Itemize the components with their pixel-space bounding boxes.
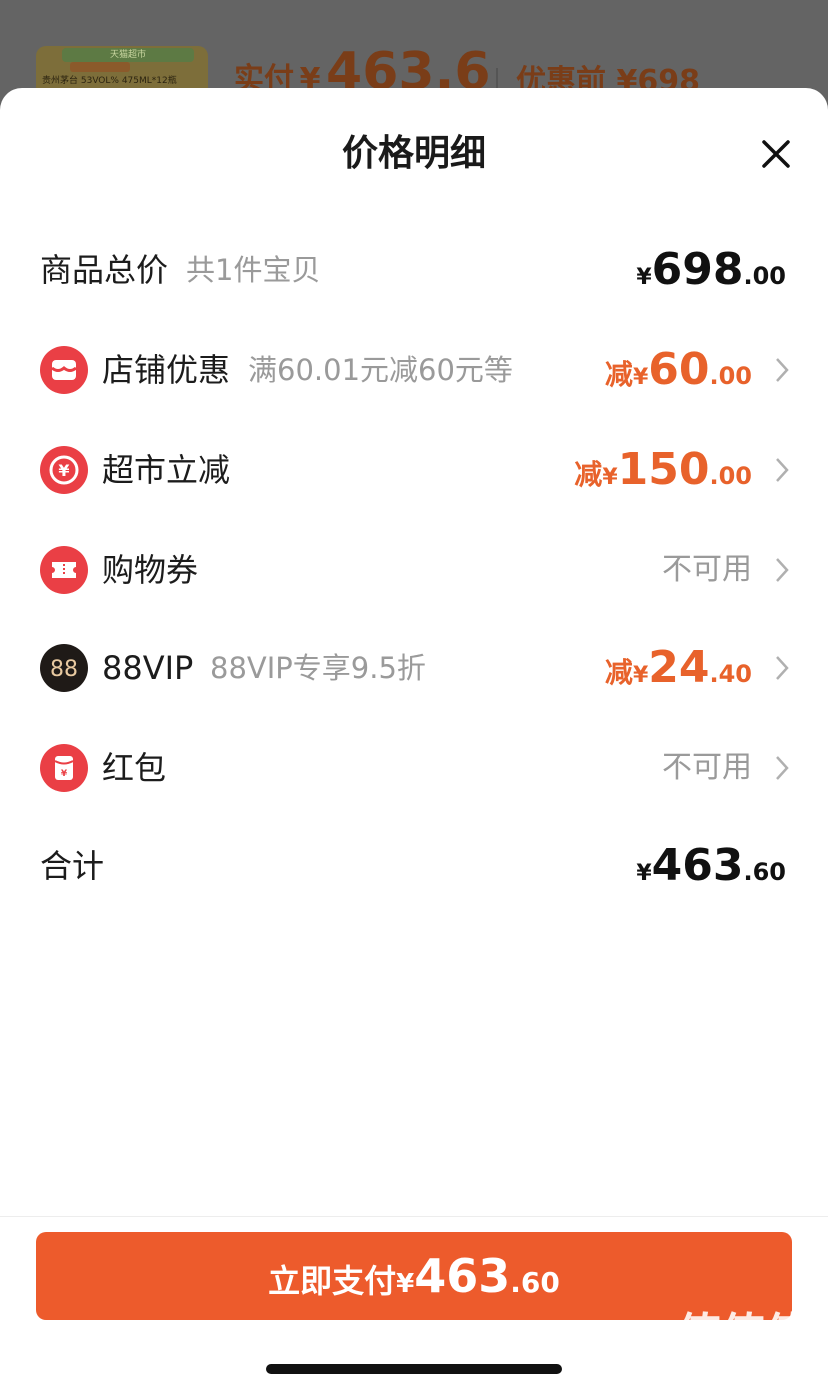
goods-total-label: 商品总价 (40, 251, 169, 289)
svg-text:¥: ¥ (61, 769, 68, 779)
88vip-discount-amount: 减¥24.40 (604, 642, 752, 693)
row-supermarket-discount[interactable]: ¥ 超市立减 减¥150.00 (40, 438, 792, 502)
thumbnail-tag (70, 62, 130, 72)
watermark: 值值值 zhizhizhi.com (676, 1308, 822, 1392)
store-discount-label: 店铺优惠 (102, 351, 231, 389)
red-packet-label: 红包 (102, 749, 167, 787)
row-88vip[interactable]: 88 88VIP 88VIP专享9.5折 减¥24.40 (40, 636, 792, 700)
sum-amount: ¥463.60 (636, 840, 786, 891)
88vip-icon: 88 (40, 644, 88, 692)
row-goods-total: 商品总价 共1件宝贝 ¥698.00 (40, 238, 792, 302)
thumbnail-text: 贵州茅台 53VOL% 475ML*12瓶 (42, 76, 177, 86)
row-red-packet[interactable]: ¥ 红包 不可用 (40, 736, 792, 800)
background-product-bar: 天猫超市 贵州茅台 53VOL% 475ML*12瓶 实付 ¥ 463.6 优惠… (0, 0, 828, 100)
sum-label: 合计 (40, 847, 105, 885)
shopping-coupon-label: 购物券 (102, 551, 199, 589)
watermark-logo: 值值值 (676, 1308, 810, 1362)
chevron-right-icon (776, 458, 789, 482)
close-button[interactable] (756, 132, 796, 176)
chevron-right-icon (776, 756, 789, 780)
chevron-right-icon (776, 358, 789, 382)
supermarket-discount-amount: 减¥150.00 (574, 444, 752, 495)
home-indicator (266, 1364, 562, 1374)
red-packet-icon: ¥ (40, 744, 88, 792)
footer-divider (0, 1216, 828, 1217)
pay-now-button[interactable]: 立即支付¥463.60 (36, 1232, 792, 1320)
88vip-rule: 88VIP专享9.5折 (210, 651, 426, 685)
red-packet-status: 不可用 (662, 750, 752, 785)
store-icon (40, 346, 88, 394)
88vip-label: 88VIP (102, 649, 194, 687)
ticket-icon (40, 546, 88, 594)
supermarket-discount-label: 超市立减 (102, 451, 231, 489)
88vip-icon-text: 88 (50, 657, 78, 682)
price-detail-sheet: 价格明细 商品总价 共1件宝贝 ¥698.00 店铺优惠 满60.01元减60元… (0, 88, 828, 1392)
row-sum: 合计 ¥463.60 (40, 834, 792, 898)
row-store-discount[interactable]: 店铺优惠 满60.01元减60元等 减¥60.00 (40, 338, 792, 402)
pay-now-label: 立即支付 (268, 1262, 397, 1300)
store-discount-amount: 减¥60.00 (604, 344, 752, 395)
goods-total-price: ¥698.00 (636, 244, 786, 295)
thumbnail-badge: 天猫超市 (62, 48, 194, 62)
goods-total-count: 共1件宝贝 (186, 253, 321, 287)
yen-coin-icon: ¥ (40, 446, 88, 494)
chevron-right-icon (776, 656, 789, 680)
store-discount-rule: 满60.01元减60元等 (248, 353, 513, 387)
close-icon (762, 140, 790, 168)
row-shopping-coupon[interactable]: 购物券 不可用 (40, 538, 792, 602)
sheet-title: 价格明细 (341, 133, 486, 174)
svg-text:¥: ¥ (58, 461, 69, 480)
shopping-coupon-status: 不可用 (662, 552, 752, 587)
watermark-url: zhizhizhi.com (707, 1363, 822, 1381)
chevron-right-icon (776, 558, 789, 582)
